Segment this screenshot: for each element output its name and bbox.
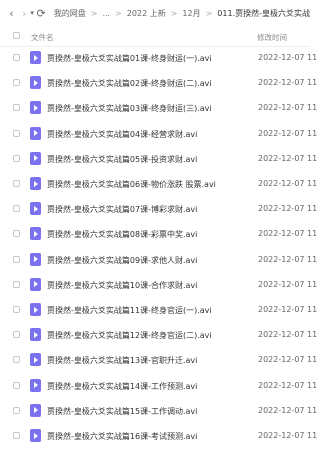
video-file-icon xyxy=(30,252,41,266)
breadcrumb-separator: > xyxy=(170,8,178,18)
breadcrumb-current-folder: 011.贾揆然-皇极六爻实战 xyxy=(217,8,310,18)
file-modified-date: 2022-12-07 11 xyxy=(258,305,318,314)
file-modified-date: 2022-12-07 11 xyxy=(258,330,318,340)
file-row[interactable]: 贾揆然-皇极六爻实战篇05课-投资求财.avi 2022-12-07 11 xyxy=(0,147,317,171)
file-name[interactable]: 贾揆然-皇极六爻实战篇03课-终身财运(三).avi xyxy=(47,103,212,114)
row-checkbox[interactable] xyxy=(13,280,20,288)
video-file-icon xyxy=(30,177,41,190)
video-file-icon xyxy=(30,378,41,392)
file-row[interactable]: 贾揆然-皇极六爻实战篇07课-博彩求财.avi 2022-12-07 11 xyxy=(0,197,317,221)
file-row[interactable]: 贾揆然-皇极六爻实战篇14课-工作预测.avi 2022-12-07 11 xyxy=(0,374,317,398)
column-header-modified[interactable]: 修改时间 xyxy=(257,32,287,43)
video-file-icon xyxy=(30,126,41,140)
row-checkbox[interactable] xyxy=(13,331,20,339)
file-name[interactable]: 贾揆然-皇极六爻实战篇11课-终身官运(一).avi xyxy=(47,305,212,316)
file-row[interactable]: 贾揆然-皇极六爻实战篇01课-终身财运(一).avi 2022-12-07 11 xyxy=(0,46,317,70)
file-modified-date: 2022-12-07 11 xyxy=(258,254,318,264)
file-name[interactable]: 贾揆然-皇极六爻实战篇15课-工作调动.avi xyxy=(47,406,197,417)
video-file-icon xyxy=(30,328,41,342)
file-name[interactable]: 贾揆然-皇极六爻实战篇06课-物价涨跌 股票.avi xyxy=(47,179,216,190)
refresh-icon[interactable]: ⟳ xyxy=(37,5,46,21)
file-name[interactable]: 贾揆然-皇极六爻实战篇12课-终身官运(二).avi xyxy=(47,330,212,341)
file-row[interactable]: 贾揆然-皇极六爻实战篇12课-终身官运(二).avi 2022-12-07 11 xyxy=(0,323,317,347)
file-row[interactable]: 贾揆然-皇极六爻实战篇08课-彩票中奖.avi 2022-12-07 11 xyxy=(0,222,317,246)
row-checkbox[interactable] xyxy=(13,306,20,313)
row-checkbox[interactable] xyxy=(13,129,20,137)
back-icon[interactable]: ‹ xyxy=(8,5,15,21)
video-file-icon xyxy=(30,151,41,165)
column-header-name[interactable]: 文件名 xyxy=(31,32,54,43)
video-file-icon xyxy=(30,429,41,442)
file-modified-date: 2022-12-07 11 xyxy=(258,78,318,88)
file-modified-date: 2022-12-07 11 xyxy=(258,204,318,214)
file-modified-date: 2022-12-07 11 xyxy=(258,279,318,289)
forward-icon[interactable]: › xyxy=(21,5,28,21)
breadcrumb-separator: > xyxy=(90,8,98,18)
file-name[interactable]: 贾揆然-皇极六爻实战篇04课-经营求财.avi xyxy=(47,129,197,140)
file-row[interactable]: 贾揆然-皇极六爻实战篇15课-工作调动.avi 2022-12-07 11 xyxy=(0,399,317,423)
file-name[interactable]: 贾揆然-皇极六爻实战篇01课-终身财运(一).avi xyxy=(47,53,212,64)
file-row[interactable]: 贾揆然-皇极六爻实战篇16课-考试预测.avi 2022-12-07 11 xyxy=(0,424,317,448)
video-file-icon xyxy=(30,303,41,316)
file-row[interactable]: 贾揆然-皇极六爻实战篇06课-物价涨跌 股票.avi 2022-12-07 11 xyxy=(0,172,317,196)
file-row[interactable]: 贾揆然-皇极六爻实战篇11课-终身官运(一).avi 2022-12-07 11 xyxy=(0,298,317,322)
row-checkbox[interactable] xyxy=(13,230,20,238)
row-checkbox[interactable] xyxy=(13,381,20,389)
breadcrumb-my-drive[interactable]: 我的网盘 xyxy=(54,8,86,19)
file-name[interactable]: 贾揆然-皇极六爻实战篇08课-彩票中奖.avi xyxy=(47,229,197,240)
breadcrumb-separator: > xyxy=(205,8,213,18)
file-name[interactable]: 贾揆然-皇极六爻实战篇10课-合作求财.avi xyxy=(47,280,197,291)
breadcrumb: 我的网盘 > ... > 2022 上新 > 12月 > 011.贾揆然-皇极六… xyxy=(54,8,310,19)
toolbar: ‹ › ▾ ⟳ 我的网盘 > ... > 2022 上新 > 12月 > 011… xyxy=(0,0,310,26)
video-file-icon xyxy=(30,403,41,417)
video-file-icon xyxy=(30,227,41,241)
breadcrumb-2022-new[interactable]: 2022 上新 xyxy=(127,8,166,19)
file-modified-date: 2022-12-07 11 xyxy=(258,153,318,163)
file-row[interactable]: 贾揆然-皇极六爻实战篇10课-合作求财.avi 2022-12-07 11 xyxy=(0,273,317,297)
row-checkbox[interactable] xyxy=(13,54,20,61)
row-checkbox[interactable] xyxy=(13,205,20,213)
file-row[interactable]: 贾揆然-皇极六爻实战篇13课-官职升迁.avi 2022-12-07 11 xyxy=(0,348,317,372)
file-modified-date: 2022-12-07 11 xyxy=(258,179,318,188)
history-dropdown-icon[interactable]: ▾ xyxy=(30,5,35,21)
row-checkbox[interactable] xyxy=(13,406,20,414)
file-modified-date: 2022-12-07 11 xyxy=(258,128,318,138)
row-checkbox[interactable] xyxy=(13,104,20,112)
video-file-icon xyxy=(30,277,41,291)
breadcrumb-separator: > xyxy=(115,8,122,18)
video-file-icon xyxy=(30,51,41,64)
file-name[interactable]: 贾揆然-皇极六爻实战篇09课-求他人财.avi xyxy=(47,255,197,266)
row-checkbox[interactable] xyxy=(13,255,20,263)
file-name[interactable]: 贾揆然-皇极六爻实战篇16课-考试预测.avi xyxy=(47,431,197,442)
row-checkbox[interactable] xyxy=(13,154,20,162)
file-name[interactable]: 贾揆然-皇极六爻实战篇07课-博彩求财.avi xyxy=(47,204,197,215)
file-modified-date: 2022-12-07 11 xyxy=(258,355,318,365)
video-file-icon xyxy=(30,76,41,90)
file-modified-date: 2022-12-07 11 xyxy=(258,380,318,390)
video-file-icon xyxy=(30,101,41,115)
file-row[interactable]: 贾揆然-皇极六爻实战篇03课-终身财运(三).avi 2022-12-07 11 xyxy=(0,96,317,120)
row-checkbox[interactable] xyxy=(13,356,20,364)
file-row[interactable]: 贾揆然-皇极六爻实战篇02课-终身财运(二).avi 2022-12-07 11 xyxy=(0,71,317,95)
breadcrumb-december[interactable]: 12月 xyxy=(182,8,200,19)
file-name[interactable]: 贾揆然-皇极六爻实战篇14课-工作预测.avi xyxy=(47,381,197,392)
file-name[interactable]: 贾揆然-皇极六爻实战篇05课-投资求财.avi xyxy=(47,154,197,165)
file-modified-date: 2022-12-07 11 xyxy=(258,53,318,62)
file-modified-date: 2022-12-07 11 xyxy=(258,229,318,239)
select-all-checkbox[interactable] xyxy=(13,32,20,39)
file-modified-date: 2022-12-07 11 xyxy=(258,103,318,113)
file-row[interactable]: 贾揆然-皇极六爻实战篇09课-求他人财.avi 2022-12-07 11 xyxy=(0,248,317,272)
breadcrumb-collapsed[interactable]: ... xyxy=(102,9,110,18)
file-modified-date: 2022-12-07 11 xyxy=(258,405,318,415)
file-list-header: 文件名 修改时间 xyxy=(0,26,310,47)
file-name[interactable]: 贾揆然-皇极六爻实战篇02课-终身财运(二).avi xyxy=(47,78,212,89)
row-checkbox[interactable] xyxy=(13,432,20,439)
video-file-icon xyxy=(30,202,41,216)
file-modified-date: 2022-12-07 11 xyxy=(258,431,318,440)
file-row[interactable]: 贾揆然-皇极六爻实战篇04课-经营求财.avi 2022-12-07 11 xyxy=(0,122,317,146)
video-file-icon xyxy=(30,353,41,367)
row-checkbox[interactable] xyxy=(13,79,20,87)
row-checkbox[interactable] xyxy=(13,180,20,187)
file-name[interactable]: 贾揆然-皇极六爻实战篇13课-官职升迁.avi xyxy=(47,355,197,366)
